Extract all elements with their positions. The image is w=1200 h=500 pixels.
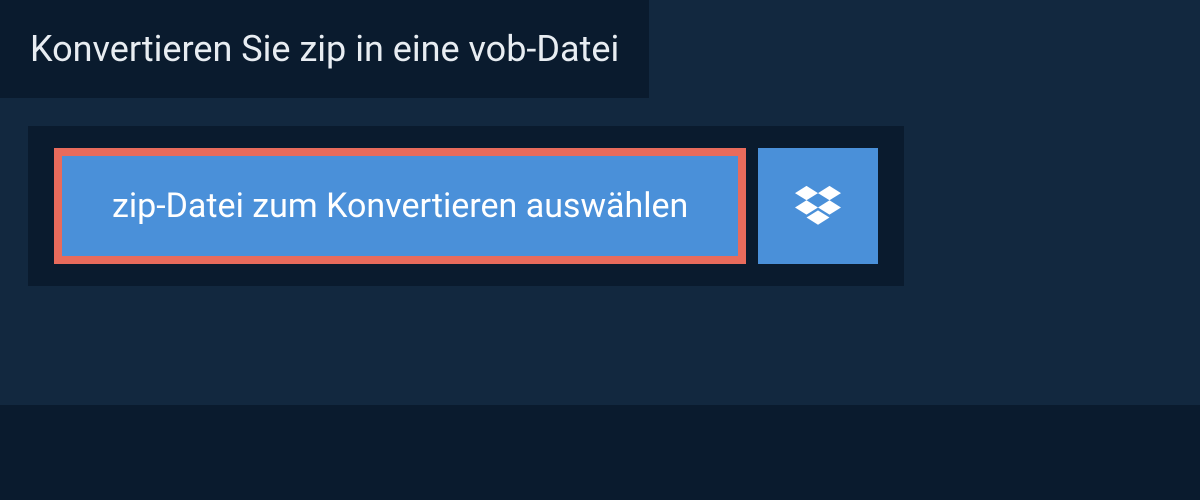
page-title: Konvertieren Sie zip in eine vob-Datei [30,28,619,70]
select-file-label: zip-Datei zum Konvertieren auswählen [112,186,688,226]
upload-panel: zip-Datei zum Konvertieren auswählen [28,126,904,286]
dropbox-button[interactable] [758,148,878,264]
dropbox-icon [795,183,841,229]
header-bar: Konvertieren Sie zip in eine vob-Datei [0,0,649,98]
footer-strip [0,405,1200,500]
select-file-button[interactable]: zip-Datei zum Konvertieren auswählen [54,148,746,264]
